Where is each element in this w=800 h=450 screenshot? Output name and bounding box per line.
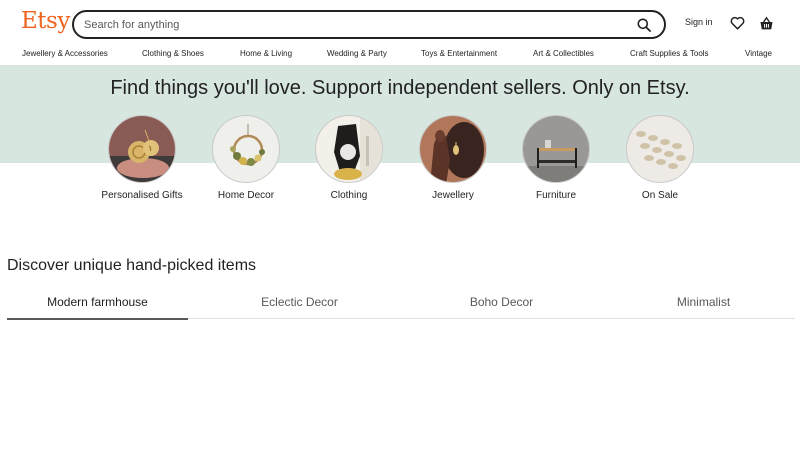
- heart-icon[interactable]: [728, 14, 746, 32]
- tab-modern-farmhouse[interactable]: Modern farmhouse: [7, 290, 188, 320]
- category-link[interactable]: Vintage: [745, 48, 772, 60]
- discover-tabs: Modern farmhouse Eclectic Decor Boho Dec…: [7, 290, 795, 320]
- category-link[interactable]: Jewellery & Accessories: [22, 48, 108, 60]
- featured-category-personalised-gifts[interactable]: Personalised Gifts: [90, 115, 194, 202]
- category-link[interactable]: Toys & Entertainment: [421, 48, 497, 60]
- hero-title: Find things you'll love. Support indepen…: [110, 77, 690, 99]
- featured-category-home-decor[interactable]: Home Decor: [194, 115, 298, 202]
- shopping-basket-icon[interactable]: [757, 14, 775, 32]
- tab-boho-decor[interactable]: Boho Decor: [411, 290, 592, 320]
- jewellery-image: [419, 115, 487, 183]
- clothing-image: [315, 115, 383, 183]
- search-input[interactable]: [84, 15, 624, 35]
- featured-category-label: Home Decor: [217, 190, 275, 201]
- sign-in-link[interactable]: Sign in: [685, 17, 713, 27]
- featured-category-jewellery[interactable]: Jewellery: [401, 115, 505, 202]
- home-decor-image: [212, 115, 280, 183]
- search-icon[interactable]: [636, 17, 652, 33]
- featured-category-label: Furniture: [535, 190, 576, 201]
- discover-title: Discover unique hand-picked items: [7, 257, 257, 274]
- featured-category-label: Jewellery: [432, 190, 474, 201]
- featured-category-furniture[interactable]: Furniture: [504, 115, 608, 202]
- featured-category-label: On Sale: [641, 190, 679, 201]
- category-link[interactable]: Wedding & Party: [327, 48, 387, 60]
- on-sale-image: [626, 115, 694, 183]
- site-header: Etsy Sign in: [0, 0, 800, 46]
- etsy-homepage: Etsy Sign in: [0, 0, 800, 450]
- etsy-logo[interactable]: Etsy: [21, 7, 70, 35]
- search-bar[interactable]: [72, 10, 666, 39]
- furniture-image: [522, 115, 590, 183]
- category-link[interactable]: Craft Supplies & Tools: [630, 48, 709, 60]
- featured-category-clothing[interactable]: Clothing: [297, 115, 401, 202]
- tab-minimalist[interactable]: Minimalist: [613, 290, 794, 320]
- category-nav: Jewellery & Accessories Clothing & Shoes…: [0, 46, 800, 64]
- personalised-gifts-image: [108, 115, 176, 183]
- featured-categories: Personalised Gifts Home Decor Clothing J…: [0, 115, 800, 225]
- featured-category-label: Personalised Gifts: [101, 190, 183, 201]
- tab-eclectic-decor[interactable]: Eclectic Decor: [209, 290, 390, 320]
- featured-category-on-sale[interactable]: On Sale: [608, 115, 712, 202]
- featured-category-label: Clothing: [330, 190, 368, 201]
- category-link[interactable]: Home & Living: [240, 48, 292, 60]
- category-link[interactable]: Clothing & Shoes: [142, 48, 204, 60]
- category-link[interactable]: Art & Collectibles: [533, 48, 594, 60]
